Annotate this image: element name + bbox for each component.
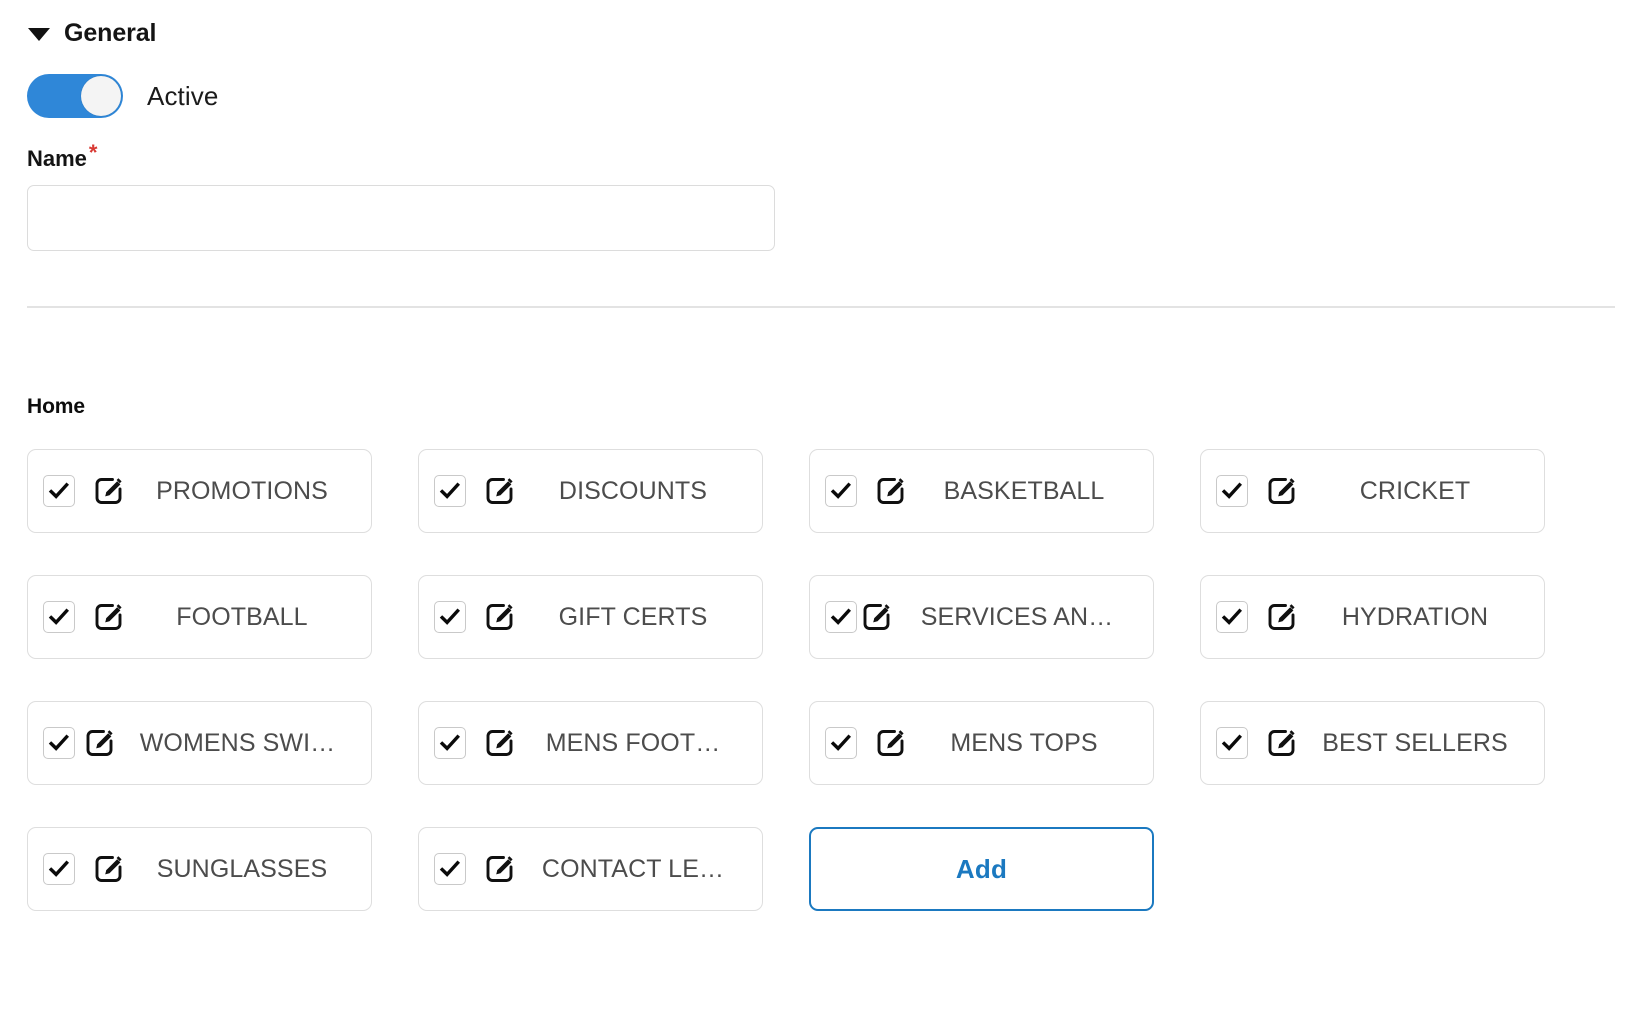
edit-pencil-icon[interactable]: [483, 600, 517, 634]
edit-pencil-icon[interactable]: [1265, 474, 1299, 508]
chip-item[interactable]: SUNGLASSES: [27, 827, 372, 911]
name-input[interactable]: [27, 185, 775, 251]
chip-item[interactable]: CRICKET: [1200, 449, 1545, 533]
chip-item[interactable]: HYDRATION: [1200, 575, 1545, 659]
chip-label: HYDRATION: [1341, 602, 1489, 631]
chip-label: SERVICES AN…: [920, 602, 1114, 631]
checkbox-checked-icon[interactable]: [1216, 727, 1248, 759]
settings-page: General Active Name* Home PROMOTIONS DISC…: [0, 0, 1642, 1018]
chip-label: DISCOUNTS: [558, 476, 708, 505]
active-toggle[interactable]: [27, 74, 123, 118]
checkbox-checked-icon[interactable]: [1216, 601, 1248, 633]
section-divider: [27, 306, 1615, 308]
edit-pencil-icon[interactable]: [483, 726, 517, 760]
chip-label: GIFT CERTS: [558, 602, 708, 631]
chip-label: CONTACT LE…: [541, 854, 725, 883]
chip-item[interactable]: FOOTBALL: [27, 575, 372, 659]
edit-pencil-icon[interactable]: [483, 852, 517, 886]
chip-label: PROMOTIONS: [156, 476, 328, 505]
edit-pencil-icon[interactable]: [1265, 726, 1299, 760]
required-indicator: *: [88, 139, 98, 165]
chip-item[interactable]: CONTACT LE…: [418, 827, 763, 911]
checkbox-checked-icon[interactable]: [43, 853, 75, 885]
chip-item[interactable]: BASKETBALL: [809, 449, 1154, 533]
chip-item[interactable]: DISCOUNTS: [418, 449, 763, 533]
checkbox-checked-icon[interactable]: [825, 727, 857, 759]
name-field-block: Name*: [27, 141, 1615, 251]
chip-item[interactable]: BEST SELLERS: [1200, 701, 1545, 785]
active-toggle-label: Active: [147, 80, 219, 111]
page-title: General: [64, 18, 157, 47]
edit-pencil-icon[interactable]: [1265, 600, 1299, 634]
general-section-header[interactable]: General: [27, 0, 1615, 58]
chip-label: BASKETBALL: [943, 476, 1105, 505]
chip-item[interactable]: MENS TOPS: [809, 701, 1154, 785]
edit-pencil-icon[interactable]: [92, 852, 126, 886]
chip-label: CRICKET: [1359, 476, 1471, 505]
home-group-title: Home: [27, 395, 85, 418]
chip-item[interactable]: WOMENS SWI…: [27, 701, 372, 785]
chip-label: MENS TOPS: [950, 728, 1098, 757]
chip-label: SUNGLASSES: [156, 854, 328, 883]
edit-pencil-icon[interactable]: [92, 600, 126, 634]
edit-pencil-icon[interactable]: [874, 726, 908, 760]
chip-label: FOOTBALL: [176, 602, 308, 631]
checkbox-checked-icon[interactable]: [434, 601, 466, 633]
checkbox-checked-icon[interactable]: [434, 853, 466, 885]
chip-item[interactable]: SERVICES AN…: [809, 575, 1154, 659]
edit-pencil-icon[interactable]: [83, 726, 117, 760]
edit-pencil-icon[interactable]: [860, 600, 894, 634]
toggle-knob: [81, 76, 121, 116]
edit-pencil-icon[interactable]: [874, 474, 908, 508]
edit-pencil-icon[interactable]: [92, 474, 126, 508]
checkbox-checked-icon[interactable]: [434, 475, 466, 507]
name-field-label: Name: [27, 146, 87, 171]
checkbox-checked-icon[interactable]: [43, 475, 75, 507]
chip-item[interactable]: PROMOTIONS: [27, 449, 372, 533]
checkbox-checked-icon[interactable]: [825, 601, 857, 633]
checkbox-checked-icon[interactable]: [434, 727, 466, 759]
checkbox-checked-icon[interactable]: [1216, 475, 1248, 507]
chip-item[interactable]: GIFT CERTS: [418, 575, 763, 659]
chevron-down-icon[interactable]: [28, 28, 50, 41]
checkbox-checked-icon[interactable]: [43, 727, 75, 759]
active-toggle-row: Active: [27, 74, 1615, 118]
chip-item[interactable]: MENS FOOT…: [418, 701, 763, 785]
chip-label: MENS FOOT…: [545, 728, 721, 757]
add-button[interactable]: Add: [809, 827, 1154, 911]
home-chip-grid: PROMOTIONS DISCOUNTS BASKETBALL CRICKET FOOT…: [27, 449, 1615, 911]
edit-pencil-icon[interactable]: [483, 474, 517, 508]
checkbox-checked-icon[interactable]: [825, 475, 857, 507]
checkbox-checked-icon[interactable]: [43, 601, 75, 633]
chip-label: BEST SELLERS: [1322, 728, 1508, 757]
chip-label: WOMENS SWI…: [139, 728, 336, 757]
